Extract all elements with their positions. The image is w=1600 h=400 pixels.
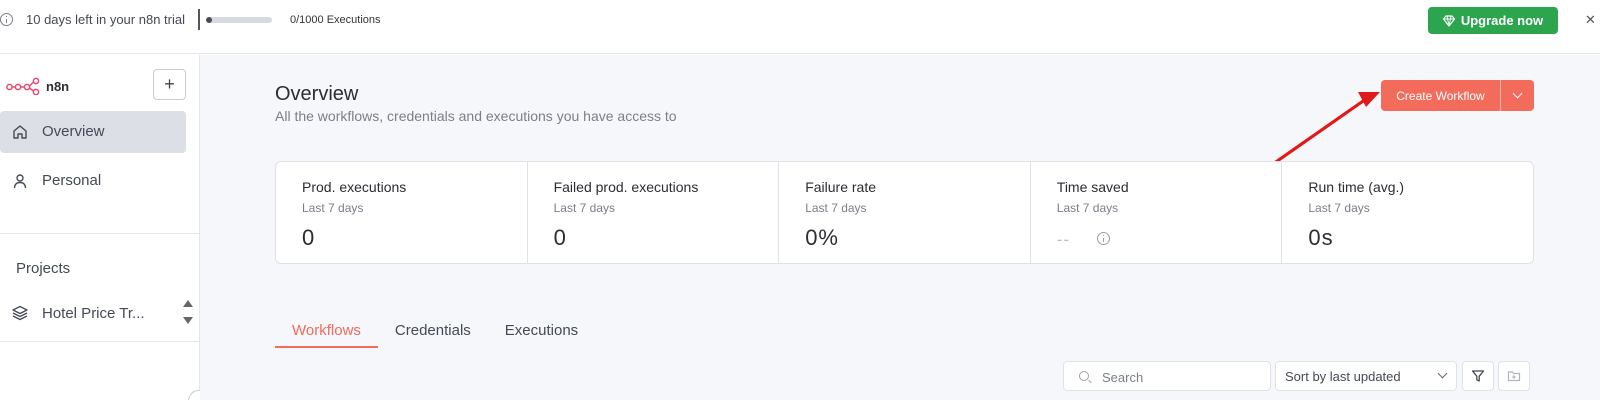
scroll-up-arrow[interactable] <box>183 300 193 307</box>
stat-title: Time saved <box>1056 179 1129 195</box>
projects-heading: Projects <box>16 260 71 277</box>
banner-separator <box>198 9 200 30</box>
stat-period: Last 7 days <box>302 201 364 215</box>
stat-title: Run time (avg.) <box>1308 179 1405 195</box>
close-icon[interactable]: ✕ <box>1585 12 1596 28</box>
main-content: Overview All the workflows, credentials … <box>200 55 1600 400</box>
tab-bar: Workflows Credentials Executions <box>275 318 595 348</box>
sidebar-item-label: Personal <box>42 172 102 189</box>
stat-value: 0% <box>805 225 839 250</box>
page-title: Overview <box>275 83 359 105</box>
gem-icon <box>1442 14 1455 27</box>
search-box[interactable] <box>1063 361 1271 391</box>
sort-value: Sort by last updated <box>1285 369 1401 384</box>
new-folder-button[interactable] <box>1498 361 1530 391</box>
project-label: Hotel Price Tr... <box>42 305 145 322</box>
tab-workflows[interactable]: Workflows <box>275 318 378 348</box>
add-button[interactable]: + <box>153 69 186 100</box>
stat-title: Prod. executions <box>302 179 407 195</box>
stat-title: Failure rate <box>805 179 876 195</box>
stat-value: 0 <box>302 225 316 250</box>
logo-text: n8n <box>46 78 70 94</box>
stat-period: Last 7 days <box>1308 201 1370 215</box>
executions-progress-fill <box>206 17 212 23</box>
sidebar-divider <box>0 233 199 234</box>
sort-select[interactable]: Sort by last updated <box>1275 361 1457 391</box>
layers-icon <box>12 305 28 321</box>
page-subtitle: All the workflows, credentials and execu… <box>275 108 677 124</box>
stat-time-saved: Time saved Last 7 days -- <box>1031 162 1283 263</box>
stat-value: 0s <box>1308 225 1334 250</box>
trial-banner: 10 days left in your n8n trial 0/1000 Ex… <box>0 0 1600 54</box>
home-icon <box>13 125 27 139</box>
search-input[interactable] <box>1102 368 1262 386</box>
executions-progress-bar <box>206 17 272 23</box>
stat-run-time: Run time (avg.) Last 7 days 0s <box>1282 162 1533 263</box>
upgrade-button[interactable]: Upgrade now <box>1428 7 1558 34</box>
search-icon <box>1079 371 1089 381</box>
n8n-logo-icon <box>6 77 40 95</box>
stat-failed-executions: Failed prod. executions Last 7 days 0 <box>528 162 780 263</box>
user-icon <box>13 174 27 189</box>
scroll-down-arrow[interactable] <box>183 317 193 324</box>
sidebar-item-project[interactable]: Hotel Price Tr... <box>0 290 199 332</box>
stat-period: Last 7 days <box>553 201 615 215</box>
info-icon[interactable] <box>1096 232 1110 245</box>
folder-plus-icon <box>1507 371 1521 382</box>
trial-text: 10 days left in your n8n trial <box>26 12 185 27</box>
stat-prod-executions: Prod. executions Last 7 days 0 <box>276 162 528 263</box>
tab-credentials[interactable]: Credentials <box>378 318 488 348</box>
filter-button[interactable] <box>1462 361 1494 391</box>
filter-icon <box>1471 370 1485 382</box>
stat-title: Failed prod. executions <box>553 179 699 195</box>
chevron-down-icon <box>1437 368 1448 379</box>
stat-failure-rate: Failure rate Last 7 days 0% <box>779 162 1031 263</box>
stat-value: 0 <box>553 225 567 250</box>
info-icon <box>0 13 13 26</box>
tab-executions[interactable]: Executions <box>488 318 595 348</box>
stats-panel: Prod. executions Last 7 days 0 Failed pr… <box>275 161 1534 264</box>
upgrade-label: Upgrade now <box>1460 13 1544 28</box>
sidebar-item-label: Overview <box>42 123 105 140</box>
stat-period: Last 7 days <box>1056 201 1119 215</box>
n8n-logo[interactable]: n8n <box>6 77 69 95</box>
sidebar-divider <box>0 341 199 342</box>
stat-period: Last 7 days <box>805 201 867 215</box>
sidebar-item-overview[interactable]: Overview <box>0 111 186 153</box>
sidebar-item-personal[interactable]: Personal <box>0 160 186 202</box>
stat-value: -- <box>1056 230 1071 249</box>
sidebar: n8n + Overview Personal Projects Hotel P… <box>0 55 200 400</box>
executions-count: 0/1000 Executions <box>290 14 381 26</box>
